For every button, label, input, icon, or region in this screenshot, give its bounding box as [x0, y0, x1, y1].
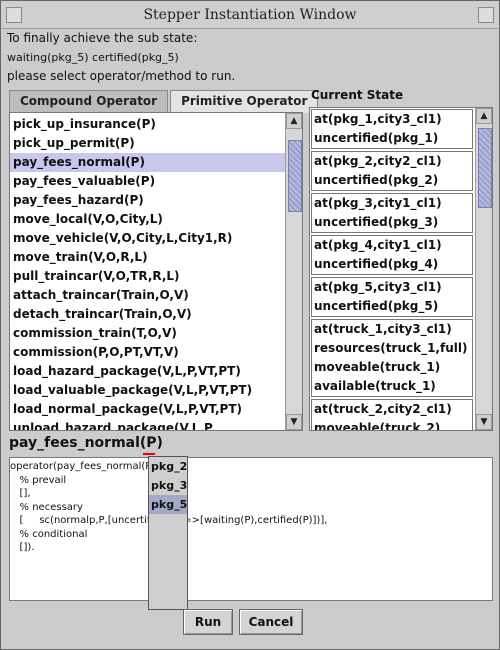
scroll-thumb[interactable]: [288, 139, 302, 212]
window-title: Stepper Instantiation Window: [143, 7, 357, 23]
scroll-thumb[interactable]: [478, 128, 492, 209]
parameter-option[interactable]: pkg_5: [149, 495, 187, 514]
tab-primitive-operator[interactable]: Primitive Operator: [170, 90, 319, 113]
current-state-groups: at(pkg_1,city3_cl1) uncertified(pkg_1) at(…: [310, 108, 474, 431]
window-menu-icon[interactable]: [6, 7, 22, 23]
title-bar[interactable]: Stepper Instantiation Window: [2, 2, 498, 29]
parameter-cursor-marker: [143, 453, 155, 455]
state-fact: uncertified(pkg_4): [314, 257, 439, 271]
operator-definition-text[interactable]: operator(pay_fees_normal(P), % prevail […: [9, 457, 493, 601]
state-fact: at(pkg_3,city1_cl1): [314, 196, 442, 210]
state-fact: at(truck_2,city2_cl1): [314, 402, 452, 416]
operator-list-item[interactable]: pay_fees_normal(P): [10, 153, 286, 172]
scroll-up-icon[interactable]: ▲: [476, 108, 492, 124]
state-fact: uncertified(pkg_2): [314, 173, 439, 187]
current-state-label: Current State: [311, 88, 404, 102]
state-group[interactable]: at(pkg_5,city3_cl1) uncertified(pkg_5): [311, 277, 473, 317]
code-line: []).: [10, 542, 35, 553]
parameter-option[interactable]: pkg_2: [149, 457, 187, 476]
operator-list-item[interactable]: unload_hazard_package(V,L,P,: [10, 419, 286, 430]
prompt-line-1: To finally achieve the sub state:: [7, 31, 198, 45]
state-fact: moveable(truck_1): [314, 360, 441, 374]
state-group[interactable]: at(pkg_3,city1_cl1) uncertified(pkg_3): [311, 193, 473, 233]
state-fact: available(truck_1): [314, 379, 436, 393]
window-close-icon[interactable]: [478, 7, 494, 23]
scroll-up-icon[interactable]: ▲: [286, 113, 302, 129]
scroll-down-icon[interactable]: ▼: [286, 414, 302, 430]
operator-list-item[interactable]: detach_traincar(Train,O,V): [10, 305, 286, 324]
parameter-dropdown-popup[interactable]: pkg_2 pkg_3 pkg_5: [148, 456, 188, 610]
operator-list-item[interactable]: load_valuable_package(V,L,P,VT,PT): [10, 381, 286, 400]
operator-list-item[interactable]: move_vehicle(V,O,City,L,City1,R): [10, 229, 286, 248]
operator-list-item[interactable]: pull_traincar(V,O,TR,R,L): [10, 267, 286, 286]
operator-tabs: Compound Operator Primitive Operator: [9, 90, 320, 113]
state-fact: uncertified(pkg_3): [314, 215, 439, 229]
operator-list-item[interactable]: attach_traincar(Train,O,V): [10, 286, 286, 305]
operator-list-item[interactable]: move_train(V,O,R,L): [10, 248, 286, 267]
state-fact: at(truck_1,city3_cl1): [314, 322, 452, 336]
operator-list-item[interactable]: pay_fees_hazard(P): [10, 191, 286, 210]
operator-list-item[interactable]: commission(P,O,PT,VT,V): [10, 343, 286, 362]
code-line: [],: [10, 488, 31, 499]
operator-list-item[interactable]: load_hazard_package(V,L,P,VT,PT): [10, 362, 286, 381]
state-fact: uncertified(pkg_5): [314, 299, 439, 313]
operator-list-items: pick_up_insurance(P) pick_up_permit(P) pay…: [10, 115, 286, 430]
state-group[interactable]: at(truck_1,city3_cl1) resources(truck_1,f…: [311, 319, 473, 397]
code-line: operator(pay_fees_normal(P),: [10, 461, 159, 472]
cancel-button[interactable]: Cancel: [239, 609, 303, 635]
operator-list-item[interactable]: move_local(V,O,City,L): [10, 210, 286, 229]
operator-list-item[interactable]: commission_train(T,O,V): [10, 324, 286, 343]
code-line: % prevail: [10, 474, 67, 486]
operator-list[interactable]: pick_up_insurance(P) pick_up_permit(P) pay…: [9, 112, 303, 431]
selected-operator-name: pay_fees_normal(P): [9, 435, 163, 451]
stepper-window: Stepper Instantiation Window To finally …: [0, 0, 500, 650]
current-state-panel[interactable]: at(pkg_1,city3_cl1) uncertified(pkg_1) at(…: [309, 107, 493, 431]
state-group[interactable]: at(pkg_1,city3_cl1) uncertified(pkg_1): [311, 109, 473, 149]
state-group[interactable]: at(pkg_2,city2_cl1) uncertified(pkg_2): [311, 151, 473, 191]
state-group[interactable]: at(truck_2,city2_cl1) moveable(truck_2): [311, 399, 473, 431]
operator-list-item[interactable]: load_normal_package(V,L,P,VT,PT): [10, 400, 286, 419]
state-group[interactable]: at(pkg_4,city1_cl1) uncertified(pkg_4): [311, 235, 473, 275]
state-fact: at(pkg_5,city3_cl1): [314, 280, 442, 294]
state-fact: uncertified(pkg_1): [314, 131, 439, 145]
code-line: % conditional: [10, 528, 88, 540]
parameter-option[interactable]: pkg_3: [149, 476, 187, 495]
scroll-down-icon[interactable]: ▼: [476, 414, 492, 430]
code-line: % necessary: [10, 501, 83, 513]
operator-list-scrollbar[interactable]: ▲ ▼: [285, 113, 302, 430]
prompt-goal-state: waiting(pkg_5) certified(pkg_5): [7, 51, 179, 64]
operator-list-item[interactable]: pick_up_permit(P): [10, 134, 286, 153]
state-fact: at(pkg_1,city3_cl1): [314, 112, 442, 126]
operator-list-item[interactable]: pick_up_insurance(P): [10, 115, 286, 134]
tab-compound-operator[interactable]: Compound Operator: [9, 90, 169, 113]
operator-list-item[interactable]: pay_fees_valuable(P): [10, 172, 286, 191]
state-scrollbar[interactable]: ▲ ▼: [475, 108, 492, 430]
state-fact: resources(truck_1,full): [314, 341, 468, 355]
prompt-line-3: please select operator/method to run.: [7, 69, 236, 83]
run-button[interactable]: Run: [183, 609, 233, 635]
state-fact: moveable(truck_2): [314, 421, 441, 431]
state-fact: at(pkg_2,city2_cl1): [314, 154, 442, 168]
state-fact: at(pkg_4,city1_cl1): [314, 238, 442, 252]
